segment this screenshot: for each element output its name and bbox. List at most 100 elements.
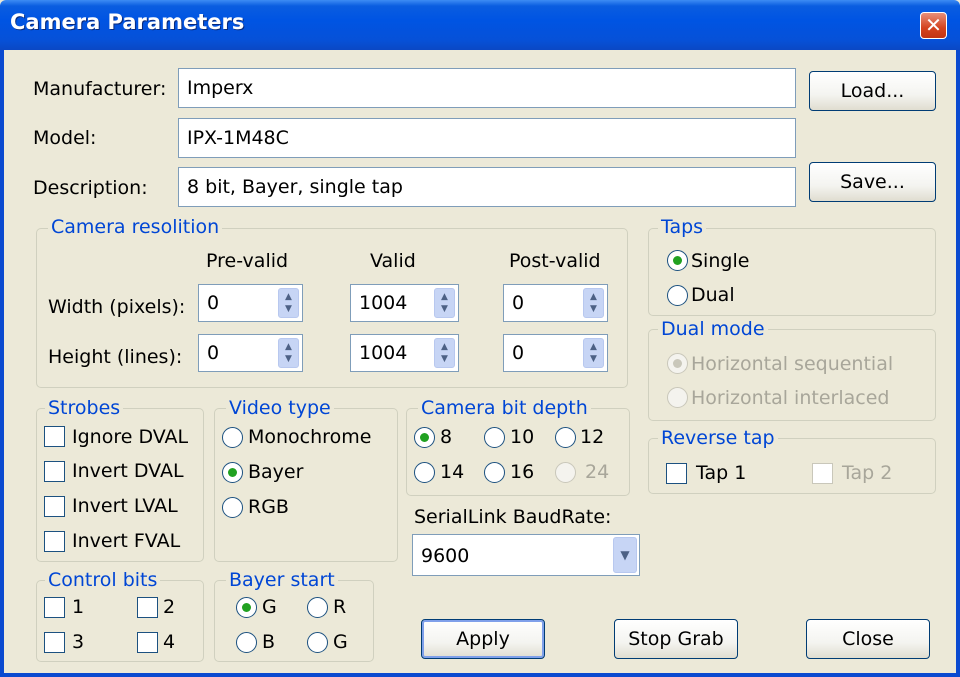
taps-dual-label[interactable]: Dual bbox=[691, 284, 735, 306]
horizontal-interlaced-label: Horizontal interlaced bbox=[691, 387, 890, 409]
serial-baud-select[interactable]: 9600 ▼ bbox=[412, 534, 640, 576]
bayer-start-g1-radio[interactable] bbox=[236, 597, 257, 618]
col-pre-valid: Pre-valid bbox=[206, 250, 289, 272]
manufacturer-label: Manufacturer: bbox=[33, 78, 167, 100]
serial-baud-value: 9600 bbox=[421, 545, 470, 567]
height-valid-spinner[interactable]: 1004 ▲ ▼ bbox=[350, 334, 459, 372]
ignore-dval-checkbox[interactable] bbox=[44, 426, 65, 447]
description-label: Description: bbox=[33, 177, 148, 199]
bayer-start-b-label[interactable]: B bbox=[262, 631, 275, 653]
bayer-radio[interactable] bbox=[222, 462, 243, 483]
spinner-arrows-icon[interactable]: ▲ ▼ bbox=[434, 338, 455, 368]
serial-baud-label: SerialLink BaudRate: bbox=[414, 506, 612, 528]
bit-24-radio[interactable] bbox=[555, 462, 576, 483]
bayer-start-g2-radio[interactable] bbox=[307, 632, 328, 653]
description-input[interactable]: 8 bit, Bayer, single tap bbox=[178, 167, 796, 207]
height-post-valid-spinner[interactable]: 0 ▲ ▼ bbox=[503, 334, 608, 372]
manufacturer-input[interactable]: Imperx bbox=[178, 68, 796, 108]
rgb-radio[interactable] bbox=[222, 497, 243, 518]
window-border-bottom bbox=[0, 673, 960, 677]
taps-single-radio[interactable] bbox=[667, 250, 688, 271]
spinner-value: 0 bbox=[512, 342, 525, 364]
bit-8-label[interactable]: 8 bbox=[440, 426, 452, 448]
control-bit-1-label[interactable]: 1 bbox=[72, 596, 84, 618]
spinner-arrows-icon[interactable]: ▲ ▼ bbox=[434, 288, 455, 318]
control-bits-legend: Control bits bbox=[45, 569, 161, 591]
bit-12-label[interactable]: 12 bbox=[580, 426, 604, 448]
rgb-label[interactable]: RGB bbox=[248, 496, 289, 518]
close-icon[interactable]: ✕ bbox=[920, 12, 947, 39]
control-bit-3-checkbox[interactable] bbox=[44, 632, 65, 653]
bayer-start-g1-label[interactable]: G bbox=[262, 596, 277, 618]
bayer-start-legend: Bayer start bbox=[226, 569, 338, 591]
width-label: Width (pixels): bbox=[48, 296, 186, 318]
control-bit-3-label[interactable]: 3 bbox=[72, 631, 84, 653]
save-button-label: Save... bbox=[840, 171, 905, 193]
apply-button-label: Apply bbox=[456, 628, 510, 650]
control-bit-4-label[interactable]: 4 bbox=[163, 631, 175, 653]
model-input[interactable]: IPX-1M48C bbox=[178, 118, 796, 158]
width-pre-valid-spinner[interactable]: 0 ▲ ▼ bbox=[198, 284, 303, 322]
bit-24-label: 24 bbox=[585, 461, 610, 483]
close-button-label: Close bbox=[842, 628, 894, 650]
horizontal-sequential-label: Horizontal sequential bbox=[691, 353, 894, 375]
height-pre-valid-spinner[interactable]: 0 ▲ ▼ bbox=[198, 334, 303, 372]
video-type-legend: Video type bbox=[226, 397, 334, 419]
spinner-value: 1004 bbox=[359, 292, 408, 314]
invert-dval-label[interactable]: Invert DVAL bbox=[72, 460, 184, 482]
control-bit-2-label[interactable]: 2 bbox=[163, 596, 175, 618]
width-valid-spinner[interactable]: 1004 ▲ ▼ bbox=[350, 284, 459, 322]
width-post-valid-spinner[interactable]: 0 ▲ ▼ bbox=[503, 284, 608, 322]
col-post-valid: Post-valid bbox=[509, 250, 601, 272]
invert-lval-checkbox[interactable] bbox=[44, 496, 65, 517]
bit-12-radio[interactable] bbox=[555, 427, 576, 448]
bit-16-radio[interactable] bbox=[484, 462, 505, 483]
monochrome-radio[interactable] bbox=[222, 427, 243, 448]
bayer-start-r-label[interactable]: R bbox=[333, 596, 346, 618]
chevron-down-icon[interactable]: ▼ bbox=[613, 537, 637, 573]
taps-dual-radio[interactable] bbox=[667, 285, 688, 306]
invert-dval-checkbox[interactable] bbox=[44, 461, 65, 482]
spinner-value: 0 bbox=[512, 292, 525, 314]
horizontal-interlaced-radio[interactable] bbox=[667, 387, 688, 408]
tap2-checkbox[interactable] bbox=[812, 463, 833, 484]
bayer-start-g2-label[interactable]: G bbox=[333, 631, 348, 653]
taps-legend: Taps bbox=[658, 216, 707, 238]
load-button[interactable]: Load... bbox=[809, 71, 936, 111]
bit-8-radio[interactable] bbox=[414, 427, 435, 448]
bit-14-label[interactable]: 14 bbox=[440, 461, 464, 483]
height-label: Height (lines): bbox=[48, 346, 183, 368]
control-bit-1-checkbox[interactable] bbox=[44, 597, 65, 618]
invert-lval-label[interactable]: Invert LVAL bbox=[72, 495, 178, 517]
bit-16-label[interactable]: 16 bbox=[510, 461, 534, 483]
monochrome-label[interactable]: Monochrome bbox=[248, 426, 371, 448]
invert-fval-label[interactable]: Invert FVAL bbox=[72, 530, 180, 552]
control-bit-4-checkbox[interactable] bbox=[137, 632, 158, 653]
spinner-arrows-icon[interactable]: ▲ ▼ bbox=[278, 338, 299, 368]
save-button[interactable]: Save... bbox=[809, 162, 936, 202]
bit-10-radio[interactable] bbox=[484, 427, 505, 448]
spinner-arrows-icon[interactable]: ▲ ▼ bbox=[278, 288, 299, 318]
camera-resolution-legend: Camera resolition bbox=[48, 216, 223, 238]
spinner-arrows-icon[interactable]: ▲ ▼ bbox=[583, 288, 604, 318]
window-border-left bbox=[0, 50, 4, 677]
horizontal-sequential-radio[interactable] bbox=[667, 353, 688, 374]
bit-14-radio[interactable] bbox=[414, 462, 435, 483]
bit-10-label[interactable]: 10 bbox=[510, 426, 534, 448]
bayer-start-r-radio[interactable] bbox=[307, 597, 328, 618]
bayer-label[interactable]: Bayer bbox=[248, 461, 303, 483]
stop-grab-button[interactable]: Stop Grab bbox=[614, 619, 738, 659]
invert-fval-checkbox[interactable] bbox=[44, 531, 65, 552]
ignore-dval-label[interactable]: Ignore DVAL bbox=[72, 426, 188, 448]
col-valid: Valid bbox=[370, 250, 416, 272]
apply-button[interactable]: Apply bbox=[421, 619, 545, 659]
tap1-checkbox[interactable] bbox=[666, 463, 687, 484]
control-bit-2-checkbox[interactable] bbox=[137, 597, 158, 618]
spinner-arrows-icon[interactable]: ▲ ▼ bbox=[583, 338, 604, 368]
window-title: Camera Parameters bbox=[10, 10, 245, 34]
close-button[interactable]: Close bbox=[806, 619, 930, 659]
taps-single-label[interactable]: Single bbox=[691, 250, 749, 272]
bayer-start-b-radio[interactable] bbox=[236, 632, 257, 653]
model-label: Model: bbox=[33, 127, 97, 149]
tap1-label[interactable]: Tap 1 bbox=[696, 462, 746, 484]
